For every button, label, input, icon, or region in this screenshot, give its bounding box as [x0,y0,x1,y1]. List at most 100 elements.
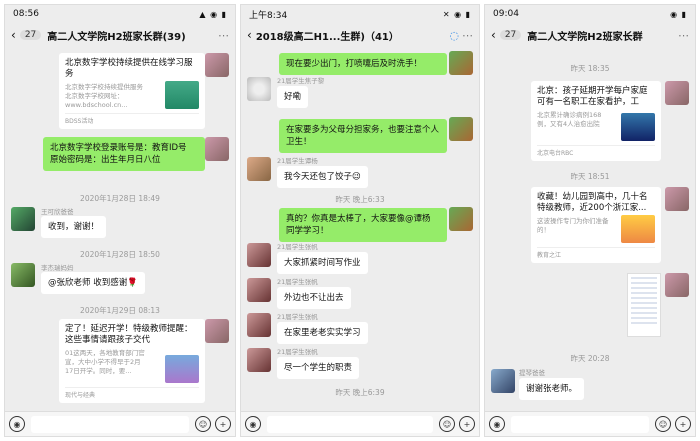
avatar[interactable] [205,137,229,161]
message-bubble[interactable]: 我今天还包了饺子😉 [277,166,368,188]
chat-title: 2018级高二H1...生群)（41） [255,31,399,43]
message-input[interactable] [31,415,189,433]
voice-icon[interactable]: ◉ [9,416,25,432]
avatar[interactable] [665,187,689,211]
status-bar: 上午8:34 ✕ ◉ ▮ [241,5,479,23]
card-desc: 北京数字学校持续提供服务北京数字学校网址：www.bdschool.cn... [65,83,143,109]
card-source: 现代与经典 [65,387,199,399]
message-bubble[interactable]: 外边也不让出去 [277,287,351,309]
sender-name: 21届学生张帆 [277,313,318,321]
card-desc: 北京累计确诊病例168例，又有4人治愈出院 [537,111,602,128]
shared-image[interactable] [627,273,661,337]
sender-name: 提琴爸爸 [519,369,545,377]
avatar[interactable] [11,263,35,287]
card-title: 北京数字学校持续提供在线学习服务 [65,58,193,79]
avatar[interactable] [665,81,689,105]
sender-name: 21届学生张帆 [277,278,318,286]
message-bubble[interactable]: 尽一个学生的职责 [277,357,360,379]
plus-icon[interactable]: + [675,416,691,432]
chat-header: ‹ 27 高二人文学院H2班家长群 ⋯ [485,23,695,47]
status-time: 08:56 [13,9,39,19]
avatar[interactable] [449,117,473,141]
avatar[interactable] [247,77,271,101]
card-title: 定了！延迟开学！特级教师提醒：这些事情请跟孩子交代 [65,324,193,345]
message-input[interactable] [511,415,649,433]
card-source: 教育之江 [537,247,655,259]
status-bar: 08:56 ▲ ◉ ▮ [5,5,235,23]
status-icons: ✕ ◉ ▮ [442,9,471,19]
message-list[interactable]: 北京数字学校持续提供在线学习服务 北京数字学校持续提供服务北京数字学校网址：ww… [5,47,235,413]
avatar[interactable] [491,369,515,393]
message-bubble[interactable]: 谢谢张老师。 [519,378,585,400]
card-thumbnail [165,81,199,109]
message-bubble[interactable]: 北京数字学校登录账号是：教育ID号 原始密码是：出生年月日八位 [43,137,205,171]
unread-count-badge: 27 [499,30,522,40]
chat-title: 高二人文学院H2班家长群 [527,31,643,43]
input-bar: ◉ ☺ + [241,411,479,436]
avatar[interactable] [449,51,473,75]
more-icon[interactable]: ⋯ [678,29,689,42]
timestamp: 昨天 18:35 [570,64,610,73]
chat-panel-1: 08:56 ▲ ◉ ▮ ‹ 27 高二人文学院H2班家长群(39) ⋯ 北京数字… [4,4,236,437]
voice-icon[interactable]: ◉ [489,416,505,432]
avatar[interactable] [247,243,271,267]
card-thumbnail [165,355,199,383]
more-icon[interactable]: ⋯ [462,29,473,42]
avatar[interactable] [247,348,271,372]
message-list[interactable]: 昨天 18:35 北京：孩子延期开学每户家庭可有一名职工在家看护，工 北京累计确… [485,47,695,413]
avatar[interactable] [665,273,689,297]
avatar[interactable] [449,207,473,231]
card-title: 北京：孩子延期开学每户家庭可有一名职工在家看护，工 [537,86,648,107]
status-time: 上午8:34 [249,10,288,21]
timestamp: 昨天 晚上6:33 [335,195,385,204]
back-icon[interactable]: ‹ [491,28,496,42]
message-bubble[interactable]: 真的？你真是太棒了，大家要像@谭杨 同学学习！ [279,208,447,242]
card-thumbnail [621,215,655,243]
message-bubble[interactable]: 收到，谢谢！ [41,216,107,238]
voice-icon[interactable]: ◉ [245,416,261,432]
status-time: 09:04 [493,9,519,19]
sender-name: 21届学生焦子黎 [277,77,325,85]
sender-name: 21届学生张帆 [277,243,318,251]
status-icons: ▲ ◉ ▮ [199,9,227,19]
back-icon[interactable]: ‹ [247,28,252,42]
shared-article-card[interactable]: 定了！延迟开学！特级教师提醒：这些事情请跟孩子交代 01这两天，各地教育部门官宣… [59,319,205,403]
avatar[interactable] [247,157,271,181]
message-bubble[interactable]: @张欣老师 收到感谢🌹 [41,272,145,294]
card-desc: 01这两天，各地教育部门官宣，大中小学不得早于2月17日开学。同时，要... [65,349,145,375]
avatar[interactable] [11,207,35,231]
message-bubble[interactable]: 好嘞 [277,86,309,108]
avatar[interactable] [247,278,271,302]
emoji-icon[interactable]: ☺ [439,416,455,432]
message-list[interactable]: 现在要少出门，打喷嚏后及时洗手！ 21届学生焦子黎 好嘞 在家要多为父母分担家务… [241,47,479,413]
more-icon[interactable]: ⋯ [218,29,229,42]
message-bubble[interactable]: 大家抓紧时间写作业 [277,252,368,274]
timestamp: 昨天 20:28 [570,354,610,363]
shared-article-card[interactable]: 北京：孩子延期开学每户家庭可有一名职工在家看护，工 北京累计确诊病例168例，又… [531,81,661,161]
chat-header: ‹ 2018级高二H1...生群)（41） ◌ ⋯ [241,23,479,47]
sender-name: 李杰瑞妈妈 [41,264,74,272]
input-bar: ◉ ☺ + [5,411,235,436]
avatar[interactable] [205,319,229,343]
avatar[interactable] [205,53,229,77]
message-bubble[interactable]: 在家里老老实实学习 [277,322,368,344]
sender-name: 21届学生谭杨 [277,157,318,165]
emoji-icon[interactable]: ☺ [655,416,671,432]
card-source: 北京电台RBC [537,145,655,157]
shared-article-card[interactable]: 收藏！幼儿园到高中，几十名特级教师，近200个浙江家... 这波操作专门为你们准… [531,187,661,263]
plus-icon[interactable]: + [215,416,231,432]
status-bar: 09:04 ◉ ▮ [485,5,695,23]
message-bubble[interactable]: 在家要多为父母分担家务，也要注意个人卫生！ [279,119,447,153]
avatar[interactable] [247,313,271,337]
sender-name: 王可欣爸爸 [41,208,74,216]
input-bar: ◉ ☺ + [485,411,695,436]
chat-title: 高二人文学院H2班家长群(39) [47,31,186,43]
back-icon[interactable]: ‹ [11,28,16,42]
message-bubble[interactable]: 现在要少出门，打喷嚏后及时洗手！ [279,53,447,75]
emoji-icon[interactable]: ☺ [195,416,211,432]
status-icons: ◉ ▮ [670,9,687,19]
shared-article-card[interactable]: 北京数字学校持续提供在线学习服务 北京数字学校持续提供服务北京数字学校网址：ww… [59,53,205,129]
message-input[interactable] [267,415,433,433]
plus-icon[interactable]: + [459,416,475,432]
timestamp: 2020年1月28日 18:50 [80,250,160,259]
